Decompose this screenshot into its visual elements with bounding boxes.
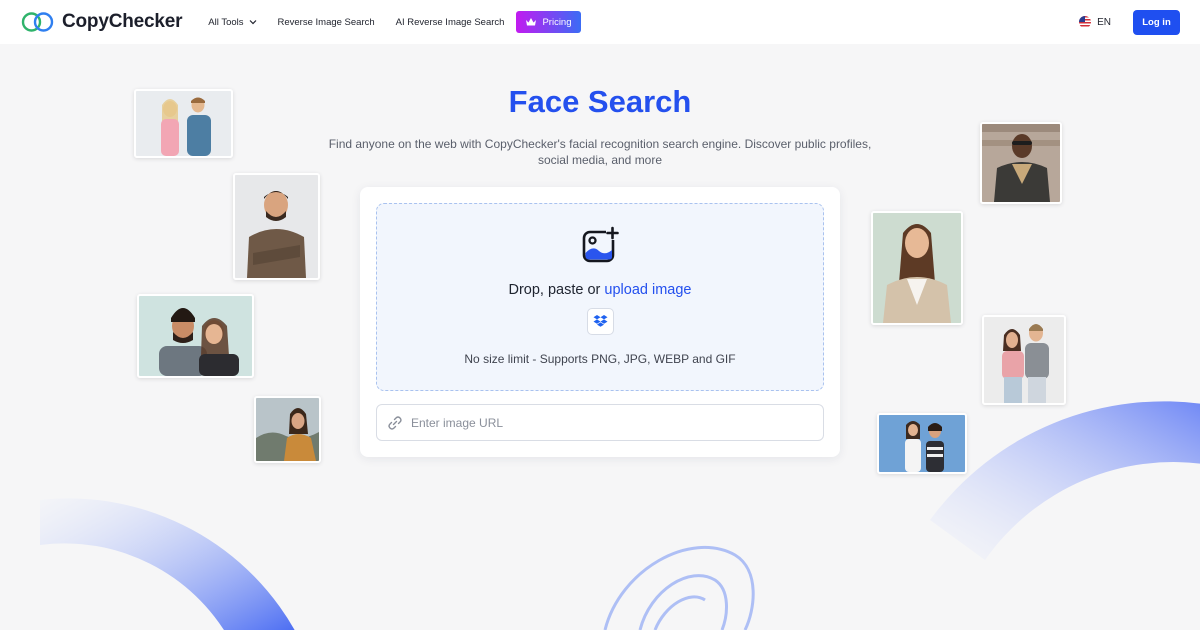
nav-reverse-image-search-label: Reverse Image Search — [277, 16, 375, 28]
image-url-field[interactable] — [376, 404, 824, 441]
top-navigation-bar: CopyChecker All Tools Reverse Image Sear… — [0, 0, 1200, 44]
image-url-input[interactable] — [411, 415, 811, 430]
pricing-label: Pricing — [542, 16, 572, 28]
nav-all-tools-label: All Tools — [208, 16, 244, 28]
dropbox-button[interactable] — [587, 308, 614, 335]
drop-instructions: Drop, paste or upload image — [377, 282, 823, 298]
logo[interactable]: CopyChecker — [20, 11, 182, 33]
nav-reverse-image-search[interactable]: Reverse Image Search — [278, 17, 375, 28]
language-selector[interactable]: EN — [1079, 16, 1111, 28]
sample-photo-woman-hills[interactable] — [254, 396, 321, 463]
sample-photo-businesswoman[interactable] — [871, 211, 963, 325]
login-button[interactable]: Log in — [1133, 9, 1180, 35]
nav-ai-reverse-image-search-label: AI Reverse Image Search — [395, 16, 505, 28]
logo-text: CopyChecker — [62, 11, 183, 32]
sample-photo-fashion-couple[interactable] — [982, 315, 1066, 405]
sample-photo-couple-standing[interactable] — [134, 89, 233, 158]
sample-photo-smiling-man[interactable] — [233, 173, 320, 280]
image-add-icon — [582, 226, 619, 263]
upload-image-link[interactable]: upload image — [604, 282, 691, 298]
sample-photo-man-coat[interactable] — [980, 122, 1062, 204]
us-flag-icon — [1079, 16, 1092, 28]
pricing-button[interactable]: Pricing — [516, 11, 581, 33]
dropbox-icon — [593, 315, 608, 327]
interlocking-rings-icon — [21, 12, 54, 32]
drop-text: Drop, paste or — [508, 282, 605, 298]
language-label: EN — [1097, 16, 1111, 28]
image-dropzone[interactable]: Drop, paste or upload image No size limi… — [376, 203, 824, 391]
file-support-hint: No size limit - Supports PNG, JPG, WEBP … — [464, 352, 736, 366]
crown-icon — [526, 18, 537, 26]
header-actions: EN Log in — [1079, 9, 1180, 35]
nav-all-tools[interactable]: All Tools — [208, 17, 256, 28]
chevron-down-icon — [249, 20, 256, 25]
nav-ai-reverse-image-search[interactable]: AI Reverse Image Search — [396, 17, 505, 28]
upload-card: Drop, paste or upload image No size limi… — [360, 187, 840, 457]
sample-photo-two-women[interactable] — [877, 413, 967, 474]
page-subtitle: Find anyone on the web with CopyChecker'… — [328, 137, 872, 167]
link-icon — [388, 415, 402, 430]
sample-photo-couple-selfie[interactable] — [137, 294, 254, 378]
